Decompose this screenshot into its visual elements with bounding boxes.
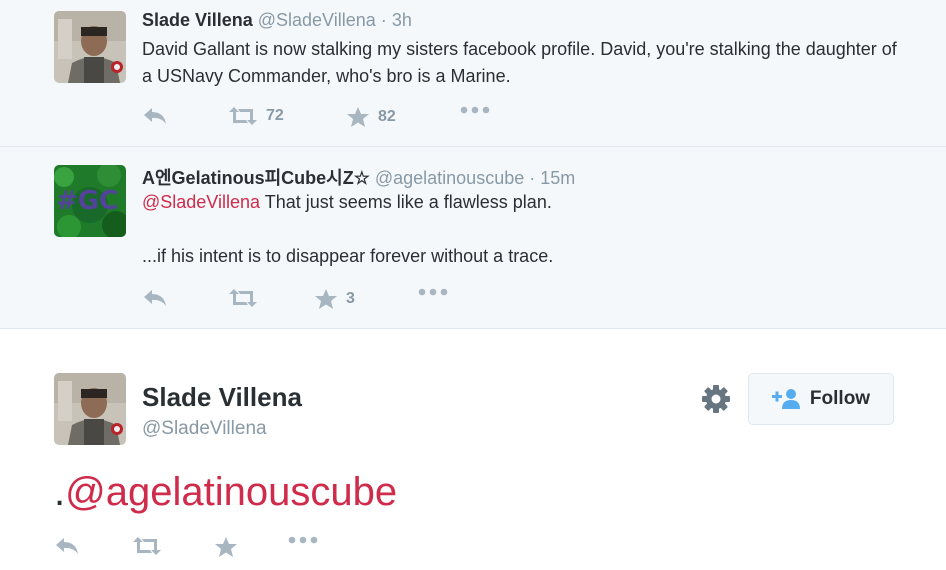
more-button[interactable] (418, 288, 448, 296)
username[interactable]: @SladeVillena (258, 10, 376, 30)
favorite-count: 82 (378, 108, 396, 125)
retweet-button[interactable] (132, 536, 162, 556)
more-icon (418, 288, 448, 296)
tweet-header: Slade Villena @SladeVillena · 3h (142, 10, 412, 31)
tweet-text: .@agelatinouscube (54, 470, 397, 515)
retweet-count: 72 (266, 107, 284, 124)
follow-button[interactable]: Follow (748, 373, 894, 425)
tweet-text-line: @SladeVillena That just seems like a fla… (142, 189, 902, 216)
retweet-icon (229, 289, 257, 307)
tweet[interactable]: Slade Villena @SladeVillena · 3h David G… (0, 0, 946, 147)
reply-button[interactable] (142, 106, 168, 126)
favorite-count: 3 (346, 290, 355, 307)
follow-button-label: Follow (809, 388, 871, 409)
reply-icon (144, 290, 166, 306)
avatar[interactable] (54, 11, 126, 83)
fullname[interactable]: A엔Gelatinous피Cube시Z☆ (142, 168, 370, 188)
avatar[interactable] (54, 373, 126, 445)
tweet-header: A엔Gelatinous피Cube시Z☆ @agelatinouscube · … (142, 164, 575, 190)
tweet-text: David Gallant is now stalking my sisters… (142, 39, 897, 86)
retweet-button[interactable] (228, 288, 258, 308)
mention-link[interactable]: @agelatinouscube (65, 470, 397, 514)
reply-button[interactable] (54, 536, 80, 556)
tweet-text-segment: That just seems like a flawless plan. (260, 192, 552, 212)
svg-text:#GC: #GC (56, 186, 118, 216)
fullname[interactable]: Slade Villena (142, 382, 302, 413)
avatar[interactable]: #GC (54, 165, 126, 237)
user-actions-button[interactable] (700, 383, 732, 415)
favorite-button[interactable]: 3 (314, 288, 355, 310)
more-button[interactable] (288, 536, 318, 544)
tweet-text-prefix: . (54, 470, 66, 514)
tweet-text-spacer (142, 216, 902, 243)
favorite-button[interactable]: 82 (346, 106, 396, 128)
more-icon (288, 536, 318, 544)
timestamp[interactable]: 15m (540, 168, 575, 188)
retweet-icon (229, 107, 257, 125)
star-icon (315, 289, 337, 309)
reply-button[interactable] (142, 288, 168, 308)
gear-icon (702, 385, 730, 413)
timestamp[interactable]: 3h (392, 10, 412, 30)
reply-icon (144, 108, 166, 124)
retweet-button[interactable]: 72 (228, 106, 284, 126)
star-icon (347, 107, 369, 127)
conversation-thread: Slade Villena @SladeVillena · 3h David G… (0, 0, 946, 329)
username[interactable]: @SladeVillena (142, 418, 267, 440)
tweet[interactable]: #GC A엔Gelatinous피Cube시Z☆ @agelatinouscub… (0, 147, 946, 328)
fullname[interactable]: Slade Villena (142, 10, 253, 30)
reply-icon (56, 538, 78, 554)
mention-link[interactable]: @SladeVillena (142, 192, 260, 212)
separator: · (529, 168, 536, 188)
username[interactable]: @agelatinouscube (375, 168, 524, 188)
separator: · (380, 10, 387, 30)
retweet-icon (133, 537, 161, 555)
tweet-text-line: ...if his intent is to disappear forever… (142, 246, 554, 266)
favorite-button[interactable] (214, 536, 238, 558)
more-button[interactable] (460, 106, 490, 114)
tweet-text: @SladeVillena That just seems like a fla… (142, 189, 902, 270)
more-icon (460, 106, 490, 114)
star-icon (215, 537, 237, 557)
add-user-icon (771, 389, 800, 409)
